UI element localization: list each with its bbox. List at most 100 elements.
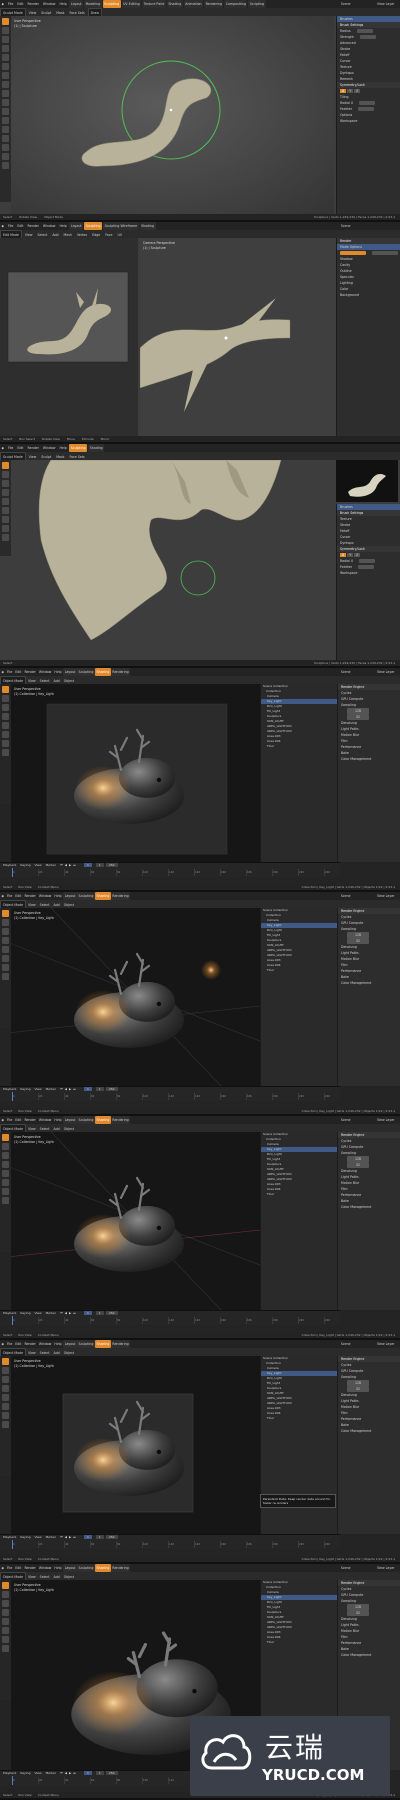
props-workspace[interactable]: Workspace [337, 118, 400, 124]
tab-sculpting[interactable]: Sculpting [77, 1340, 95, 1348]
move-icon[interactable] [2, 928, 9, 935]
scrape-brush-icon[interactable] [2, 108, 9, 115]
frame-end-field[interactable]: 250 [105, 1771, 118, 1775]
menu-help[interactable]: Help [53, 1116, 63, 1124]
frame-end-field[interactable]: 250 [105, 1311, 118, 1315]
tab-shading[interactable]: Shading [166, 0, 183, 8]
outliner-item[interactable]: Floor [261, 1192, 337, 1197]
play-reverse-icon[interactable]: ◀ [65, 1535, 67, 1539]
menu-render[interactable]: Render [26, 222, 40, 230]
view-layer-label[interactable]: View Layer [376, 1564, 396, 1572]
clay-strips-icon[interactable] [2, 36, 9, 43]
play-reverse-icon[interactable]: ◀ [65, 1087, 67, 1091]
select-box-icon[interactable] [2, 910, 9, 917]
tab-shading[interactable]: Shading [94, 1116, 111, 1124]
measure-icon[interactable] [2, 1197, 9, 1204]
menu-help[interactable]: Help [53, 1564, 63, 1572]
tab-scripting[interactable]: Scripting [248, 0, 266, 8]
current-frame-field[interactable]: 1 [84, 1311, 92, 1315]
clay-brush-icon[interactable] [2, 27, 9, 34]
cursor-icon[interactable] [2, 695, 9, 702]
menu-edit[interactable]: Edit [14, 892, 23, 900]
menu-render[interactable]: Render [23, 1564, 37, 1572]
timeline-menu-view[interactable]: View [34, 1771, 41, 1775]
frame-end-field[interactable]: 250 [105, 863, 118, 867]
tab-uv-editing[interactable]: UV Editing [121, 0, 142, 8]
scale-icon[interactable] [2, 722, 9, 729]
annotate-icon[interactable] [2, 1412, 9, 1419]
blender-logo-icon[interactable]: ◆ [0, 222, 5, 230]
scale-icon[interactable] [2, 946, 9, 953]
feather-field[interactable] [358, 107, 375, 111]
play-icon[interactable]: ▶ [69, 863, 71, 867]
transform-icon[interactable] [2, 1179, 9, 1186]
scale-icon[interactable] [2, 1394, 9, 1401]
outliner-item[interactable]: Floor [261, 1416, 337, 1421]
crease-brush-icon[interactable] [2, 72, 9, 79]
grab-brush-icon[interactable] [2, 507, 9, 514]
tab-animation[interactable]: Animation [183, 0, 204, 8]
play-icon[interactable]: ▶ [69, 1311, 71, 1315]
tab-layout[interactable]: Layout [63, 1564, 78, 1572]
timeline-menu-marker[interactable]: Marker [46, 1535, 56, 1539]
jump-start-icon[interactable]: ⏮ [60, 1535, 63, 1539]
cursor-icon[interactable] [2, 1143, 9, 1150]
view-layer-label[interactable]: View Layer [376, 892, 396, 900]
tab-texture-paint[interactable]: Texture Paint [142, 0, 166, 8]
timeline-menu-playback[interactable]: Playback [3, 1087, 16, 1091]
tab-rendering[interactable]: Rendering [204, 0, 224, 8]
playhead[interactable] [12, 1092, 13, 1101]
scene-label[interactable]: Scene [339, 0, 352, 8]
tab-shading[interactable]: Shading [94, 1564, 111, 1572]
scene-label[interactable]: Scene [339, 1340, 352, 1348]
move-icon[interactable] [2, 704, 9, 711]
rotate-icon[interactable] [2, 937, 9, 944]
smooth-brush-icon[interactable] [2, 498, 9, 505]
render-preview-area[interactable] [0, 238, 138, 436]
render-viewport[interactable]: User Perspective (1) Collection | Key_Lig… [11, 1356, 261, 1534]
timeline-menu-marker[interactable]: Marker [46, 863, 56, 867]
inflate-brush-icon[interactable] [2, 489, 9, 496]
pinch-brush-icon[interactable] [2, 117, 9, 124]
menu-render[interactable]: Render [23, 1340, 37, 1348]
props-color-management[interactable]: Color Management [338, 1652, 400, 1658]
select-box-icon[interactable] [2, 1358, 9, 1365]
tab-sculpting[interactable]: Sculpting [77, 1116, 95, 1124]
transform-icon[interactable] [2, 1403, 9, 1410]
current-frame-field[interactable]: 1 [84, 1535, 92, 1539]
tab-shading[interactable]: Shading [94, 1340, 111, 1348]
timeline-menu-view[interactable]: View [34, 1087, 41, 1091]
menu-window[interactable]: Window [41, 444, 57, 452]
axis-x-toggle[interactable]: X [340, 553, 347, 557]
blender-logo-icon[interactable]: ◆ [0, 0, 5, 8]
transform-icon[interactable] [2, 955, 9, 962]
tab-sculpting[interactable]: Sculpting [77, 892, 95, 900]
view-layer-label[interactable]: View Layer [376, 668, 396, 676]
menu-window[interactable]: Window [41, 222, 57, 230]
tab-layout[interactable]: Layout [69, 0, 84, 8]
outliner-item[interactable]: Floor [261, 1640, 337, 1645]
frame-start-field[interactable]: 1 [95, 1087, 104, 1091]
current-frame-field[interactable]: 1 [84, 1771, 92, 1775]
menu-file[interactable]: File [5, 892, 13, 900]
timeline-menu-view[interactable]: View [34, 1535, 41, 1539]
select-box-icon[interactable] [2, 1582, 9, 1589]
cursor-icon[interactable] [2, 1591, 9, 1598]
render-viewport[interactable]: User Perspective (1) Collection | Key_Lig… [11, 1132, 261, 1310]
scene-label[interactable]: Scene [339, 222, 352, 230]
menu-file[interactable]: File [5, 1116, 13, 1124]
reference-image[interactable] [336, 460, 398, 502]
play-reverse-icon[interactable]: ◀ [65, 863, 67, 867]
menu-window[interactable]: Window [37, 1340, 53, 1348]
move-icon[interactable] [2, 1152, 9, 1159]
tab-sculpting-wireframe[interactable]: Sculpting Wireframe [103, 222, 139, 230]
menu-window[interactable]: Window [41, 0, 57, 8]
timeline-menu-playback[interactable]: Playback [3, 1311, 16, 1315]
menu-render[interactable]: Render [23, 892, 37, 900]
tab-sculpting[interactable]: Sculpting [77, 1564, 95, 1572]
timeline-menu-view[interactable]: View [34, 863, 41, 867]
jump-start-icon[interactable]: ⏮ [60, 1311, 63, 1315]
playhead[interactable] [12, 1776, 13, 1785]
clay-brush-icon[interactable] [2, 471, 9, 478]
props-background[interactable]: Background [337, 292, 400, 298]
